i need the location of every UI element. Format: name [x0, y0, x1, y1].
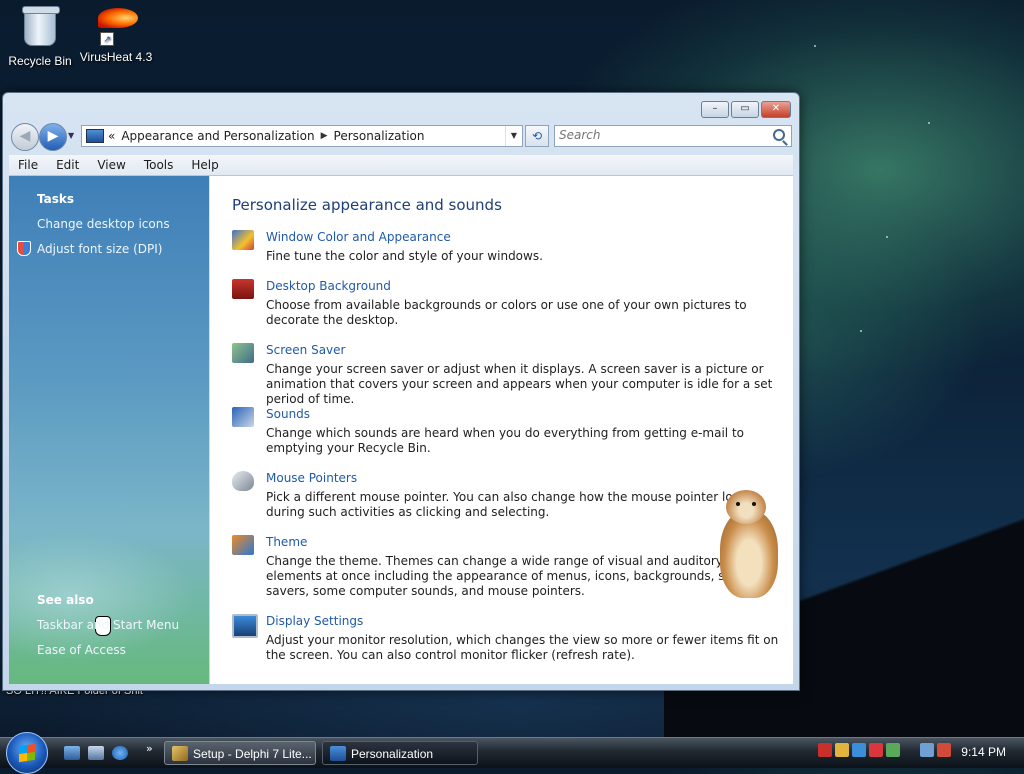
recent-pages-dropdown[interactable]: ▼ [68, 131, 74, 140]
personalization-window: – ▭ ✕ ◀ ▶ ▼ « Appearance and Personaliza… [2, 92, 800, 691]
breadcrumb-personalization[interactable]: Personalization [334, 129, 425, 143]
quicklaunch-chevron[interactable]: » [146, 742, 153, 755]
windows-logo-icon [19, 743, 35, 763]
hamster-eye [736, 502, 740, 506]
option-title[interactable]: Sounds [266, 407, 310, 421]
volume-muted-icon[interactable] [937, 743, 951, 757]
see-also-heading: See also [37, 593, 94, 607]
tray-app-icon[interactable] [818, 743, 832, 757]
desktop-icon-label: Recycle Bin [8, 54, 72, 68]
option-description: Change which sounds are heard when you d… [266, 426, 744, 455]
uac-shield-icon [17, 241, 31, 256]
refresh-button[interactable]: ⟲ [525, 125, 549, 147]
wallpaper-star [928, 122, 930, 124]
taskbar-item-label: Personalization [351, 747, 434, 761]
desktop-icon-recycle-bin[interactable]: Recycle Bin [0, 2, 80, 68]
option-title[interactable]: Mouse Pointers [266, 471, 357, 485]
tasks-pane: Tasks Change desktop icons Adjust font s… [9, 176, 209, 684]
search-input[interactable] [555, 126, 763, 144]
setup-icon [172, 746, 188, 761]
menu-help[interactable]: Help [182, 158, 227, 172]
control-panel-icon [86, 129, 104, 143]
see-also-taskbar[interactable]: Taskbar and Start Menu [37, 618, 179, 632]
tray-app-icon[interactable] [886, 743, 900, 757]
clock[interactable]: 9:14 PM [961, 745, 1006, 759]
personalization-icon [330, 746, 346, 761]
hamster-eye [752, 502, 756, 506]
option-description: Change the theme. Themes can change a wi… [266, 554, 759, 598]
tray-app-icon[interactable] [852, 743, 866, 757]
taskbar-item-personalization[interactable]: Personalization [322, 741, 478, 765]
option-description: Fine tune the color and style of your wi… [266, 249, 543, 263]
screen-saver-icon [232, 343, 254, 363]
menu-tools[interactable]: Tools [135, 158, 183, 172]
breadcrumb-appearance[interactable]: Appearance and Personalization [121, 129, 314, 143]
navigation-bar: ◀ ▶ ▼ « Appearance and Personalization ▶… [11, 123, 792, 151]
page-title: Personalize appearance and sounds [232, 196, 502, 214]
window-color-icon [232, 230, 254, 250]
option-title[interactable]: Screen Saver [266, 343, 345, 357]
close-button[interactable]: ✕ [761, 101, 791, 118]
maximize-button[interactable]: ▭ [731, 101, 759, 118]
back-button[interactable]: ◀ [11, 123, 39, 151]
option-description: Change your screen saver or adjust when … [266, 362, 773, 406]
menu-edit[interactable]: Edit [47, 158, 88, 172]
taskbar-item-label: Setup - Delphi 7 Lite... [193, 747, 312, 761]
menu-view[interactable]: View [88, 158, 134, 172]
wallpaper-star [886, 236, 888, 238]
address-bar[interactable]: « Appearance and Personalization ▶ Perso… [81, 125, 523, 147]
sounds-icon [232, 407, 254, 427]
task-change-desktop-icons[interactable]: Change desktop icons [37, 217, 170, 231]
search-icon[interactable] [773, 129, 785, 141]
menu-bar: File Edit View Tools Help [9, 155, 793, 176]
option-title[interactable]: Desktop Background [266, 279, 391, 293]
minimize-button[interactable]: – [701, 101, 729, 118]
option-title[interactable]: Window Color and Appearance [266, 230, 451, 244]
address-dropdown-icon[interactable]: ▼ [505, 126, 522, 146]
virusheat-flame-icon: ↗ [94, 2, 138, 46]
switch-windows-icon[interactable] [88, 746, 104, 760]
tray-app-icon[interactable] [869, 743, 883, 757]
forward-button[interactable]: ▶ [39, 123, 67, 151]
caption-buttons: – ▭ ✕ [701, 101, 791, 118]
desktop-icon-label: VirusHeat 4.3 [79, 50, 153, 64]
system-tray [818, 743, 951, 763]
see-also-ease-of-access[interactable]: Ease of Access [37, 643, 126, 657]
mouse-pointers-icon [232, 471, 254, 491]
option-title[interactable]: Display Settings [266, 614, 363, 628]
option-title[interactable]: Theme [266, 535, 307, 549]
recycle-bin-icon [18, 6, 62, 50]
taskbar-item-setup[interactable]: Setup - Delphi 7 Lite... [164, 741, 316, 765]
display-settings-icon [232, 614, 258, 638]
wallpaper-star [860, 330, 862, 332]
breadcrumb-separator-icon[interactable]: ▶ [321, 131, 328, 141]
address-overflow[interactable]: « [108, 129, 115, 143]
taskbar: » Setup - Delphi 7 Lite... Personalizati… [0, 732, 1024, 774]
task-adjust-font-size[interactable]: Adjust font size (DPI) [37, 242, 162, 256]
theme-icon [232, 535, 254, 555]
show-desktop-icon[interactable] [64, 746, 80, 760]
network-icon[interactable] [920, 743, 934, 757]
menu-file[interactable]: File [9, 158, 47, 172]
option-description: Pick a different mouse pointer. You can … [266, 490, 754, 519]
hamster-head [726, 490, 766, 524]
tasks-heading: Tasks [37, 192, 75, 206]
option-description: Adjust your monitor resolution, which ch… [266, 633, 779, 662]
search-box[interactable] [554, 125, 792, 147]
desktop-background-icon [232, 279, 254, 299]
tray-app-icon[interactable] [835, 743, 849, 757]
hamster-desktop-pet[interactable] [712, 490, 782, 598]
internet-explorer-icon[interactable] [112, 746, 128, 760]
desktop-icon-virusheat[interactable]: ↗ VirusHeat 4.3 [76, 2, 156, 64]
content-pane: Personalize appearance and sounds Window… [210, 176, 793, 684]
wallpaper-star [814, 45, 816, 47]
option-description: Choose from available backgrounds or col… [266, 298, 747, 327]
